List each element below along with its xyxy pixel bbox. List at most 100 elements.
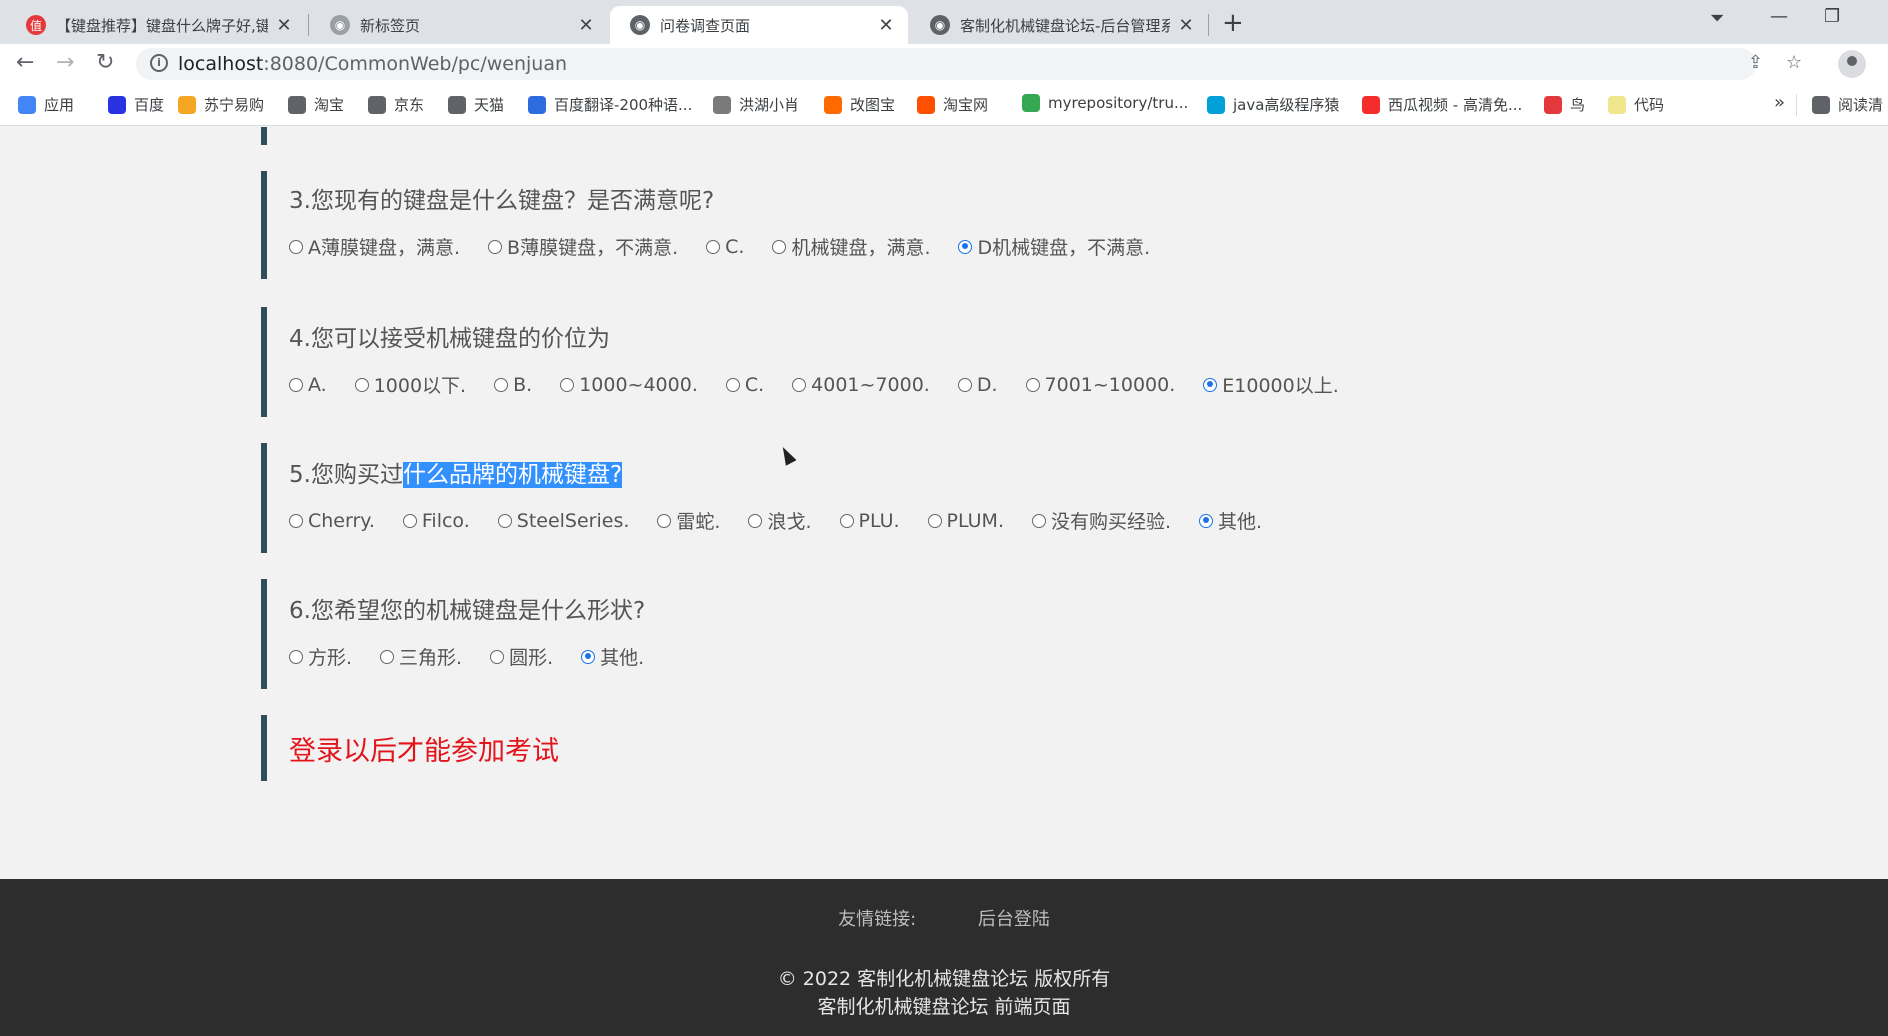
close-icon[interactable]: ✕ <box>876 15 896 36</box>
radio-option[interactable]: Filco. <box>402 507 470 534</box>
bookmark-item[interactable]: 百度 <box>108 94 164 115</box>
tab-new-tab[interactable]: ◉ 新标签页 ✕ <box>310 6 608 44</box>
radio-unchecked-icon[interactable] <box>497 513 512 528</box>
radio-unchecked-icon[interactable] <box>839 513 854 528</box>
bookmark-item[interactable]: 苏宁易购 <box>178 94 264 115</box>
radio-option[interactable]: 4001~7000. <box>792 371 930 398</box>
radio-option[interactable]: B. <box>494 371 532 398</box>
radio-option[interactable]: B薄膜键盘，不满意. <box>488 233 678 260</box>
radio-unchecked-icon[interactable] <box>494 377 509 392</box>
radio-option[interactable]: A. <box>289 371 327 398</box>
radio-unchecked-icon[interactable] <box>488 239 503 254</box>
back-arrow-icon[interactable]: ← <box>16 50 34 75</box>
radio-option[interactable]: E10000以上. <box>1203 371 1339 398</box>
radio-unchecked-icon[interactable] <box>1025 377 1040 392</box>
radio-option[interactable]: 1000以下. <box>354 371 466 398</box>
radio-option[interactable]: PLU. <box>839 507 900 534</box>
radio-unchecked-icon[interactable] <box>927 513 942 528</box>
radio-unchecked-icon[interactable] <box>725 377 740 392</box>
share-icon[interactable]: ⇪ <box>1748 52 1763 73</box>
radio-option[interactable]: D. <box>957 371 998 398</box>
radio-option[interactable]: 1000~4000. <box>560 371 698 398</box>
option-label: C. <box>744 373 765 396</box>
bookmark-favicon-icon <box>528 95 546 114</box>
radio-unchecked-icon[interactable] <box>560 377 575 392</box>
bookmark-item[interactable]: 改图宝 <box>824 94 895 115</box>
bookmark-item[interactable]: 代码 <box>1608 94 1664 115</box>
radio-option[interactable]: 其他. <box>581 643 644 670</box>
forward-arrow-icon[interactable]: → <box>56 50 74 75</box>
radio-option[interactable]: 雷蛇. <box>657 507 720 534</box>
bookmark-item[interactable]: 洪湖小肖 <box>713 94 799 115</box>
radio-unchecked-icon[interactable] <box>289 513 303 528</box>
bookmark-item[interactable]: 鸟 <box>1544 94 1585 115</box>
radio-unchecked-icon[interactable] <box>402 513 417 528</box>
site-info-icon[interactable]: i <box>150 54 168 72</box>
radio-option[interactable]: Cherry. <box>289 507 375 534</box>
tab-title: 问卷调查页面 <box>660 16 751 35</box>
radio-option[interactable]: 机械键盘，满意. <box>772 233 930 260</box>
bookmark-item[interactable]: 百度翻译-200种语... <box>528 94 692 115</box>
bookmark-item[interactable]: java高级程序猿 <box>1207 94 1339 115</box>
url-host: localhost <box>178 53 264 75</box>
radio-unchecked-icon[interactable] <box>657 513 672 528</box>
minimize-icon[interactable]: — <box>1770 6 1788 27</box>
radio-option[interactable]: SteelSeries. <box>497 507 629 534</box>
bookmark-item[interactable]: 天猫 <box>448 94 504 115</box>
reload-icon[interactable]: ↻ <box>96 50 114 75</box>
radio-checked-icon[interactable] <box>581 649 596 664</box>
bookmark-item[interactable]: 淘宝 <box>288 94 344 115</box>
address-url[interactable]: localhost:8080/CommonWeb/pc/wenjuan <box>178 53 567 75</box>
admin-login-link[interactable]: 后台登陆 <box>978 909 1050 930</box>
radio-option[interactable]: 圆形. <box>490 643 553 670</box>
bookmark-item[interactable]: myrepository/tru... <box>1022 94 1188 112</box>
bookmark-star-icon[interactable]: ☆ <box>1786 52 1802 73</box>
radio-unchecked-icon[interactable] <box>1031 513 1046 528</box>
tab-search-icon[interactable]: ⏷ <box>1710 8 1724 29</box>
bookmark-item[interactable]: 阅读清 <box>1812 94 1883 115</box>
radio-option[interactable]: 其他. <box>1199 507 1262 534</box>
radio-checked-icon[interactable] <box>958 239 973 254</box>
radio-option[interactable]: 浪戈. <box>748 507 812 534</box>
radio-unchecked-icon[interactable] <box>706 239 721 254</box>
bookmark-item[interactable]: 淘宝网 <box>917 94 988 115</box>
new-tab-plus-icon[interactable]: + <box>1222 8 1244 38</box>
radio-option[interactable]: 三角形. <box>380 643 462 670</box>
option-label: B薄膜键盘，不满意. <box>507 237 679 259</box>
radio-unchecked-icon[interactable] <box>289 649 303 664</box>
radio-option[interactable]: PLUM. <box>927 507 1004 534</box>
radio-unchecked-icon[interactable] <box>748 513 763 528</box>
more-bookmarks-icon[interactable]: » <box>1774 92 1785 113</box>
radio-unchecked-icon[interactable] <box>289 377 303 392</box>
radio-unchecked-icon[interactable] <box>380 649 395 664</box>
radio-unchecked-icon[interactable] <box>490 649 505 664</box>
radio-option[interactable]: D机械键盘，不满意. <box>958 233 1150 260</box>
radio-option[interactable]: 方形. <box>289 643 352 670</box>
restore-icon[interactable]: ❐ <box>1824 6 1840 27</box>
radio-option[interactable]: 7001~10000. <box>1025 371 1175 398</box>
bookmark-item[interactable]: 京东 <box>368 94 424 115</box>
radio-unchecked-icon[interactable] <box>957 377 972 392</box>
radio-checked-icon[interactable] <box>1203 377 1218 392</box>
bookmark-label: 应用 <box>44 96 75 114</box>
radio-option[interactable]: C. <box>706 233 744 260</box>
bookmark-item[interactable]: 西瓜视频 - 高清免... <box>1362 94 1522 115</box>
tab-admin-system[interactable]: ◉ 客制化机械键盘论坛-后台管理系 ✕ <box>910 6 1208 44</box>
address-bar[interactable]: i localhost:8080/CommonWeb/pc/wenjuan ⇪ … <box>136 48 1802 80</box>
tab-questionnaire[interactable]: ◉ 问卷调查页面 ✕ <box>610 6 908 44</box>
bookmark-favicon-icon <box>18 95 36 114</box>
tab-keyboard-recommend[interactable]: 值 【键盘推荐】键盘什么牌子好,键盘 ✕ <box>6 6 306 44</box>
radio-unchecked-icon[interactable] <box>354 377 369 392</box>
radio-option[interactable]: 没有购买经验. <box>1031 507 1171 534</box>
radio-unchecked-icon[interactable] <box>289 239 303 254</box>
close-icon[interactable]: ✕ <box>1176 15 1196 36</box>
radio-option[interactable]: C. <box>725 371 765 398</box>
close-icon[interactable]: ✕ <box>576 15 596 36</box>
radio-unchecked-icon[interactable] <box>772 239 787 254</box>
profile-avatar-icon[interactable] <box>1838 50 1866 78</box>
radio-checked-icon[interactable] <box>1199 513 1214 528</box>
close-icon[interactable]: ✕ <box>274 15 294 36</box>
bookmark-item[interactable]: 应用 <box>18 94 74 115</box>
radio-option[interactable]: A薄膜键盘，满意. <box>289 233 460 260</box>
radio-unchecked-icon[interactable] <box>792 377 807 392</box>
